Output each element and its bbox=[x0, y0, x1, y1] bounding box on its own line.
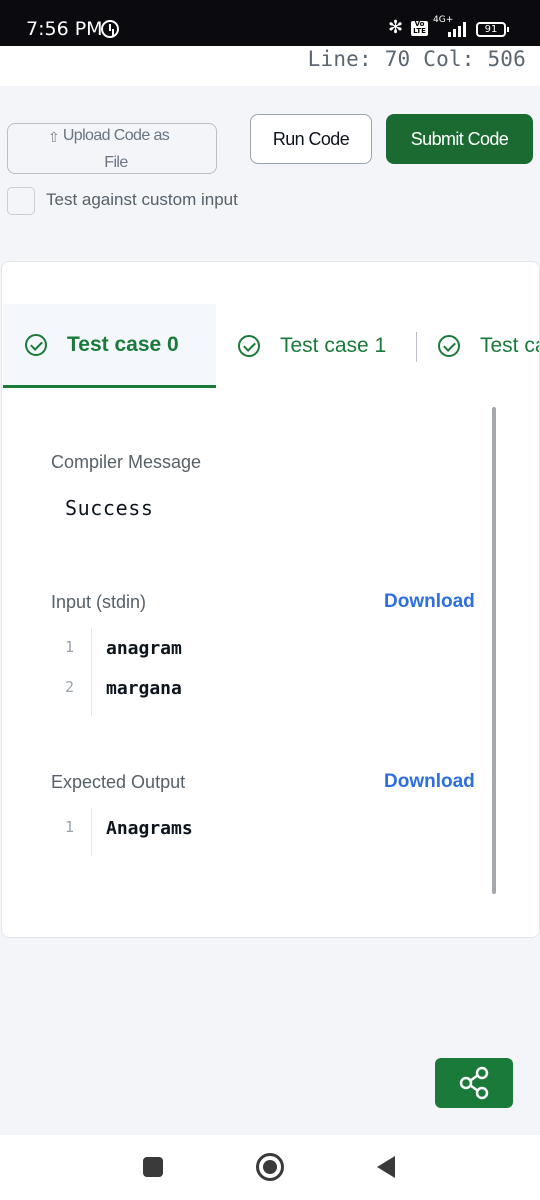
check-circle-icon bbox=[25, 333, 47, 356]
tab-test-case-2[interactable]: Test ca bbox=[438, 304, 540, 388]
expected-download-link[interactable]: Download bbox=[384, 771, 475, 793]
line-number: 1 bbox=[65, 638, 75, 656]
line-number: 2 bbox=[65, 678, 75, 696]
compiler-message-label: Compiler Message bbox=[51, 452, 202, 472]
battery-icon: 91 bbox=[476, 22, 509, 37]
check-circle-icon bbox=[238, 335, 260, 357]
share-button[interactable] bbox=[435, 1058, 513, 1108]
triangle-back-icon[interactable] bbox=[377, 1156, 395, 1178]
line-number: 1 bbox=[65, 818, 75, 836]
signal-icon bbox=[448, 22, 468, 37]
tab-test-case-0[interactable]: Test case 0 bbox=[3, 304, 216, 388]
editor-status-strip: Line: 70 Col: 506 bbox=[0, 46, 540, 86]
share-icon bbox=[459, 1066, 489, 1100]
input-code-block: 1 anagram 2 margana bbox=[51, 628, 451, 716]
tab-label: Test ca bbox=[480, 334, 540, 357]
cursor-position: Line: 70 Col: 506 bbox=[307, 47, 526, 71]
expected-output-label: Expected Output bbox=[51, 772, 186, 792]
line-text: margana bbox=[106, 678, 182, 699]
compiler-message: Success bbox=[65, 496, 154, 520]
circle-icon[interactable] bbox=[256, 1153, 284, 1181]
tab-label: Test case 1 bbox=[280, 334, 387, 357]
check-circle-icon bbox=[438, 335, 460, 357]
custom-input-checkbox[interactable] bbox=[7, 187, 35, 215]
tab-test-case-1[interactable]: Test case 1 bbox=[238, 304, 386, 388]
upload-icon: ⇧ bbox=[48, 129, 60, 145]
test-case-tabs: Test case 0 Test case 1 Test ca bbox=[2, 304, 540, 388]
custom-input-label[interactable]: Test against custom input bbox=[46, 190, 238, 210]
line-text: Anagrams bbox=[106, 818, 193, 839]
status-time: 7:56 PM bbox=[26, 18, 103, 40]
bluetooth-icon: ✻ bbox=[388, 17, 404, 38]
upload-code-button[interactable]: ⇧ Upload Code as File bbox=[7, 123, 217, 174]
upload-label-line2: File bbox=[104, 153, 128, 171]
code-line: 1 anagram bbox=[51, 628, 451, 668]
alarm-icon bbox=[101, 20, 119, 38]
code-line: 1 Anagrams bbox=[51, 808, 451, 848]
code-line: 2 margana bbox=[51, 668, 451, 708]
input-download-link[interactable]: Download bbox=[384, 591, 475, 613]
volte-icon: Vo LTE bbox=[411, 21, 428, 36]
run-code-button[interactable]: Run Code bbox=[250, 114, 372, 164]
tab-divider bbox=[416, 332, 417, 362]
tab-label: Test case 0 bbox=[67, 332, 179, 356]
upload-label-line1: Upload Code as bbox=[62, 126, 170, 144]
results-scrollbar[interactable] bbox=[492, 407, 496, 894]
system-nav-bar bbox=[0, 1135, 540, 1200]
status-bar: 7:56 PM ✻ Vo LTE 4G+ 91 bbox=[0, 0, 540, 46]
input-label: Input (stdin) bbox=[51, 592, 147, 612]
line-text: anagram bbox=[106, 638, 182, 659]
test-results-panel: Test case 0 Test case 1 Test ca Compiler… bbox=[1, 261, 540, 938]
square-icon[interactable] bbox=[143, 1157, 163, 1177]
expected-code-block: 1 Anagrams bbox=[51, 808, 451, 856]
submit-code-button[interactable]: Submit Code bbox=[386, 114, 533, 164]
